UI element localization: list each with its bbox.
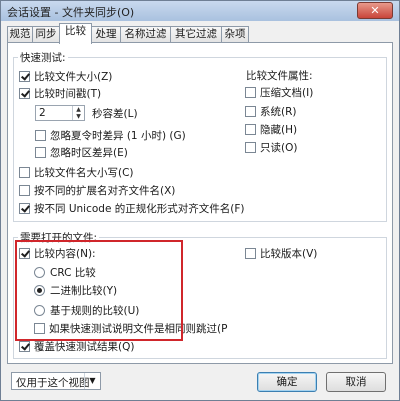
compare-size-checkbox[interactable]: 比较文件大小(Z) [19,69,112,83]
compare-time-checkbox[interactable]: 比较时间戳(T) [19,86,101,100]
checkbox-box[interactable] [19,184,30,196]
compare-time-label: 比较时间戳(T) [34,87,102,100]
ignore-dst-checkbox[interactable]: 忽略夏令时差异 (1 小时) (G) [35,128,186,142]
checkbox-box[interactable] [35,146,46,158]
tab-spec[interactable]: 规范 [7,26,33,42]
quick-test-label: 快速测试: [18,50,68,65]
checkbox-box[interactable] [19,166,30,178]
seconds-spinner[interactable]: 2 ▲ ▼ [35,105,85,121]
align-unicode-checkbox[interactable]: 按不同 Unicode 的正规化形式对齐文件名(F) [19,201,245,215]
checkbox-box[interactable] [245,123,256,135]
tab-sync[interactable]: 同步 [32,26,60,42]
checkbox-box[interactable] [19,70,30,82]
attr-readonly-label: 只读(O) [260,141,298,154]
spinner-buttons[interactable]: ▲ ▼ [72,106,84,120]
attr-readonly-checkbox[interactable]: 只读(O) [245,140,297,154]
window-title: 会话设置 - 文件夹同步(O) [7,6,135,19]
compare-case-label: 比较文件名大小写(C) [34,166,134,179]
ignore-timezone-checkbox[interactable]: 忽略时区差异(E) [35,145,128,159]
compare-version-label: 比较版本(V) [260,247,318,260]
attr-compressed-checkbox[interactable]: 压缩文档(I) [245,85,313,99]
ok-button[interactable]: 确定 [257,372,317,392]
close-button[interactable]: ✕ [357,2,393,19]
compare-size-label: 比较文件大小(Z) [34,70,113,83]
checkbox-box[interactable] [245,86,256,98]
attr-system-checkbox[interactable]: 系统(R) [245,104,297,118]
attributes-label: 比较文件属性: [244,68,315,83]
align-ext-label: 按不同的扩展名对齐文件名(X) [34,184,176,197]
checkbox-box[interactable] [19,340,30,352]
align-unicode-label: 按不同 Unicode 的正规化形式对齐文件名(F) [34,202,245,215]
spinner-up-icon[interactable]: ▲ [73,106,84,113]
checkbox-box[interactable] [245,141,256,153]
checkbox-box[interactable] [19,87,30,99]
attr-compressed-label: 压缩文档(I) [260,86,314,99]
tab-compare[interactable]: 比较 [59,23,92,44]
checkbox-box[interactable] [35,129,46,141]
attr-hidden-label: 隐藏(H) [260,123,298,136]
compare-case-checkbox[interactable]: 比较文件名大小写(C) [19,165,134,179]
spinner-down-icon[interactable]: ▼ [73,113,84,120]
seconds-value[interactable]: 2 [39,107,46,119]
highlight-box [15,240,183,341]
tab-other-filter[interactable]: 其它过滤 [170,26,222,42]
compare-version-checkbox[interactable]: 比较版本(V) [245,246,317,260]
tab-handling[interactable]: 处理 [91,26,121,42]
scope-select[interactable]: 仅用于这个视图 ▼ [11,372,101,390]
checkbox-box[interactable] [245,247,256,259]
cancel-button[interactable]: 取消 [326,372,386,392]
title-bar: 会话设置 - 文件夹同步(O) ✕ [1,1,399,21]
seconds-suffix: 秒容差(L) [92,107,138,120]
dialog-window: 会话设置 - 文件夹同步(O) ✕ 规范 同步 比较 处理 名称过滤 其它过滤 … [0,0,400,401]
scope-select-value[interactable]: 仅用于这个视图 [16,375,90,390]
ignore-dst-label: 忽略夏令时差异 (1 小时) (G) [50,129,186,142]
chevron-down-icon[interactable]: ▼ [84,373,100,389]
attr-hidden-checkbox[interactable]: 隐藏(H) [245,122,297,136]
checkbox-box[interactable] [19,202,30,214]
ignore-timezone-label: 忽略时区差异(E) [50,146,128,159]
tab-name-filter[interactable]: 名称过滤 [120,26,171,42]
override-quick-checkbox[interactable]: 覆盖快速测试结果(Q) [19,339,134,353]
tab-misc[interactable]: 杂项 [221,26,249,42]
checkbox-box[interactable] [245,105,256,117]
align-ext-checkbox[interactable]: 按不同的扩展名对齐文件名(X) [19,183,175,197]
attr-system-label: 系统(R) [260,105,297,118]
